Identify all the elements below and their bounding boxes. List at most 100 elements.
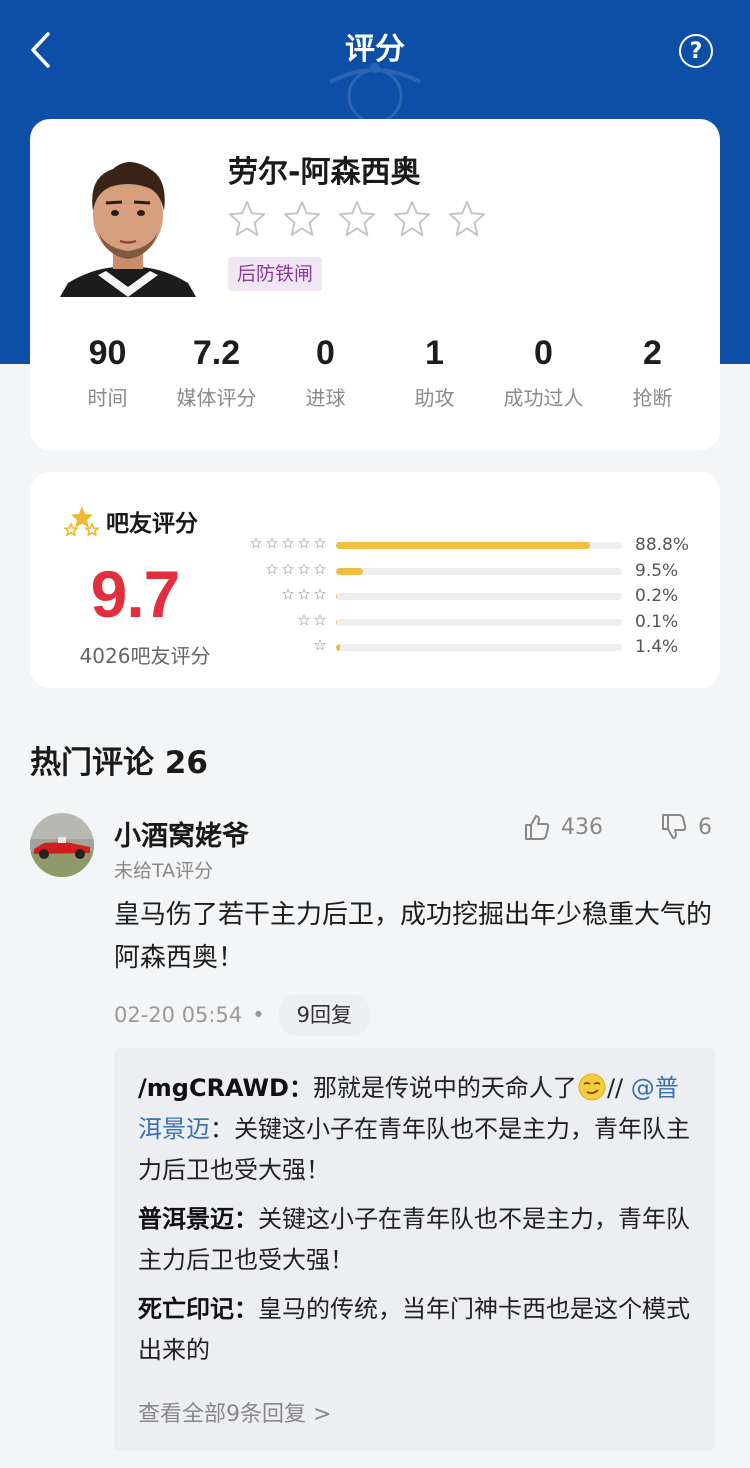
player-card: 劳尔-阿森西奥 后防铁闸 90 时间 7.2 媒体评分 0 进球 1 助攻 0 … xyxy=(30,119,720,450)
help-button[interactable]: ? xyxy=(679,34,713,68)
distribution-fill xyxy=(336,567,364,575)
mini-star-icon xyxy=(266,537,278,549)
stat-value: 1 xyxy=(425,334,444,372)
mini-star-icon xyxy=(250,537,262,549)
reply-item[interactable]: 死亡印记：皇马的传统，当年门神卡西也是这个模式出来的 xyxy=(138,1289,691,1371)
comment-text: 皇马伤了若干主力后卫，成功挖掘出年少稳重大气的阿森西奥！ xyxy=(114,900,713,973)
avatar[interactable] xyxy=(30,813,94,877)
stat-value: 0 xyxy=(534,334,553,372)
thumbs-up-icon xyxy=(525,815,550,840)
stats-row: 90 时间 7.2 媒体评分 0 进球 1 助攻 0 成功过人 2 抢断 xyxy=(30,331,720,413)
reply-count-button[interactable]: 9回复 xyxy=(278,994,370,1036)
reply-thread: /mgCRAWD：那就是传说中的天命人了// @普洱景迈：关键这小子在青年队也不… xyxy=(114,1048,715,1451)
one-star-icon xyxy=(314,639,326,651)
star-outline-icon[interactable] xyxy=(448,199,486,237)
stat-value: 90 xyxy=(88,334,127,372)
distribution-fill xyxy=(336,542,590,549)
fan-rating-header: 吧友评分 xyxy=(64,504,198,538)
stat-media-rating: 7.2 媒体评分 xyxy=(162,331,271,413)
stat-time: 90 时间 xyxy=(53,331,162,413)
reply-author[interactable]: 死亡印记： xyxy=(138,1295,258,1323)
stat-value: 7.2 xyxy=(192,334,241,372)
distribution-percent: 9.5% xyxy=(635,560,679,581)
comment-time: 02-20 05:54 xyxy=(114,1003,243,1027)
comment-meta: 02-20 05:54 • 9回复 xyxy=(114,994,370,1036)
mini-star-icon xyxy=(314,562,326,575)
distribution-row-1: 1.4% xyxy=(246,636,696,662)
distribution-bar xyxy=(336,593,622,600)
distribution-percent: 88.8% xyxy=(635,535,690,555)
distribution-row-3: 0.2% xyxy=(246,585,696,611)
stat-label: 时间 xyxy=(87,386,128,410)
distribution-percent: 0.2% xyxy=(635,586,679,606)
like-count: 436 xyxy=(561,814,603,840)
top-bar: 评分 ? xyxy=(0,0,750,100)
meta-separator: • xyxy=(252,1003,265,1027)
distribution-percent: 0.1% xyxy=(635,611,679,632)
rating-stars xyxy=(228,199,486,237)
reply-author[interactable]: /mgCRAWD： xyxy=(138,1074,313,1102)
fan-rating-count: 4026吧友评分 xyxy=(79,644,211,668)
stat-value: 0 xyxy=(316,334,335,372)
distribution-row-5: 88.8% xyxy=(246,534,696,560)
reply-author[interactable]: 普洱景迈： xyxy=(138,1205,258,1233)
mini-star-icon xyxy=(314,537,326,549)
star-outline-icon[interactable] xyxy=(228,199,266,237)
fan-score: 9.7 xyxy=(90,557,181,631)
mini-star-icon xyxy=(298,588,310,600)
distribution-percent: 1.4% xyxy=(635,637,679,657)
comment-username[interactable]: 小酒窝姥爷 xyxy=(114,814,249,853)
mini-star-icon xyxy=(314,613,326,626)
stat-tackles: 2 抢断 xyxy=(598,331,707,413)
dislike-count: 6 xyxy=(698,814,712,840)
distribution-bar xyxy=(336,618,622,626)
distribution-row-4: 9.5% xyxy=(246,560,696,586)
stat-dribbles: 0 成功过人 xyxy=(489,331,598,413)
player-avatar xyxy=(58,147,198,297)
stars-cluster-icon xyxy=(64,506,100,537)
star-outline-icon[interactable] xyxy=(338,199,376,237)
thumbs-down-icon xyxy=(662,814,687,839)
star-outline-icon[interactable] xyxy=(393,199,431,237)
stat-label: 成功过人 xyxy=(503,386,584,410)
question-icon: ? xyxy=(689,38,703,64)
dislike-button[interactable]: 6 xyxy=(660,813,712,841)
stat-assists: 1 助攻 xyxy=(380,331,489,413)
mini-star-icon xyxy=(266,562,278,575)
stat-label: 进球 xyxy=(305,386,346,410)
smirk-emoji-icon xyxy=(578,1073,606,1101)
mini-star-icon xyxy=(314,588,326,600)
five-stars-icon xyxy=(250,537,326,549)
reply-item[interactable]: 普洱景迈：关键这小子在青年队也不是主力，青年队主力后卫也受大强！ xyxy=(138,1199,691,1281)
mini-star-icon xyxy=(282,562,294,575)
mini-star-icon xyxy=(282,537,294,549)
stat-label: 抢断 xyxy=(632,386,673,410)
mini-star-icon xyxy=(298,562,310,575)
fan-rating-card: 吧友评分 9.7 4026吧友评分 88.8% 9.5% 0.2% 0.1% 1… xyxy=(30,472,720,688)
distribution-row-2: 0.1% xyxy=(246,611,696,637)
hot-comments-title: 热门评论 26 xyxy=(30,745,208,781)
comment-rating-status: 未给TA评分 xyxy=(114,860,214,882)
distribution-fill xyxy=(336,593,337,600)
reply-text: ：关键这小子在青年队也不是主力，青年队主力后卫也受大强！ xyxy=(138,1115,690,1184)
distribution-fill xyxy=(336,644,340,651)
three-stars-icon xyxy=(282,588,326,600)
mini-star-icon xyxy=(298,613,310,626)
stat-label: 媒体评分 xyxy=(176,386,257,410)
mini-star-icon xyxy=(298,537,310,549)
four-stars-icon xyxy=(266,562,326,575)
stat-label: 助攻 xyxy=(414,386,455,410)
page-title: 评分 xyxy=(345,32,405,67)
reply-text: 那就是传说中的天命人了 xyxy=(312,1074,577,1102)
stat-value: 2 xyxy=(643,334,662,372)
view-all-replies-link[interactable]: 查看全部9条回复 > xyxy=(138,1396,331,1428)
star-outline-icon[interactable] xyxy=(283,199,321,237)
like-button[interactable]: 436 xyxy=(523,813,603,841)
fan-rating-title: 吧友评分 xyxy=(106,511,198,537)
reply-text: // xyxy=(606,1074,631,1102)
stat-goals: 0 进球 xyxy=(271,331,380,413)
distribution-bar xyxy=(336,542,622,549)
rating-distribution: 88.8% 9.5% 0.2% 0.1% 1.4% xyxy=(246,534,696,662)
reply-item[interactable]: /mgCRAWD：那就是传说中的天命人了// @普洱景迈：关键这小子在青年队也不… xyxy=(138,1068,691,1191)
distribution-bar xyxy=(336,644,622,651)
